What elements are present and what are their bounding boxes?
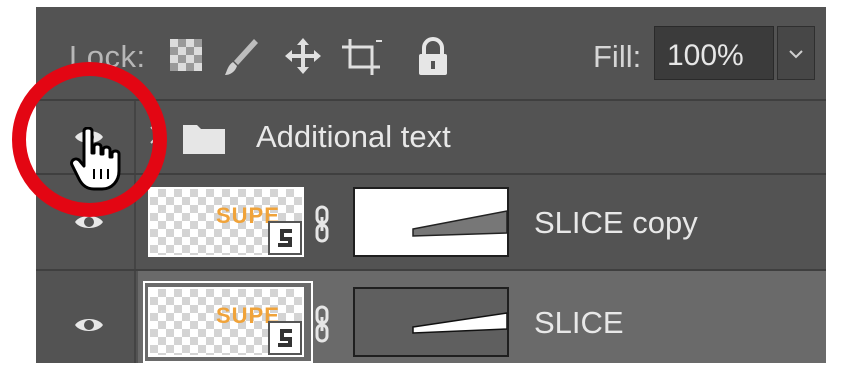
visibility-toggle[interactable]	[36, 271, 136, 363]
folder-icon	[182, 121, 226, 160]
lock-position-icon[interactable]	[284, 37, 322, 80]
layer-thumbnail[interactable]: SUPE	[148, 287, 304, 357]
layer-row-slice-copy[interactable]: SUPE SLICE copy	[36, 175, 826, 269]
link-chain-icon[interactable]	[314, 305, 330, 348]
hand-cursor-icon	[70, 126, 126, 196]
layers-panel: Lock: Fill: 100% Additional text SUPE SL…	[36, 7, 826, 363]
layer-name: SLICE copy	[534, 205, 698, 240]
lock-transparent-pixels-icon[interactable]	[168, 37, 204, 78]
fill-label: Fill:	[593, 39, 642, 74]
eye-icon	[74, 315, 104, 340]
layer-row-slice[interactable]: SUPE SLICE	[36, 271, 826, 363]
lock-artboard-icon[interactable]	[340, 37, 384, 82]
fill-input[interactable]: 100%	[654, 26, 774, 80]
smart-object-icon	[268, 221, 302, 255]
layer-mask-thumbnail[interactable]	[353, 187, 509, 257]
fill-dropdown-button[interactable]	[777, 26, 815, 80]
lock-bar: Lock: Fill: 100%	[36, 7, 826, 99]
lock-image-pixels-icon[interactable]	[224, 37, 260, 82]
layer-name: SLICE	[534, 305, 624, 340]
layer-mask-thumbnail[interactable]	[353, 287, 509, 357]
page-background	[826, 7, 851, 363]
smart-object-icon	[268, 321, 302, 355]
layer-name: Additional text	[256, 119, 451, 154]
layer-thumbnail[interactable]: SUPE	[148, 187, 304, 257]
chevron-down-icon	[788, 47, 804, 65]
fill-value: 100%	[667, 39, 744, 72]
lock-all-icon[interactable]	[416, 37, 450, 82]
link-chain-icon[interactable]	[314, 205, 330, 248]
